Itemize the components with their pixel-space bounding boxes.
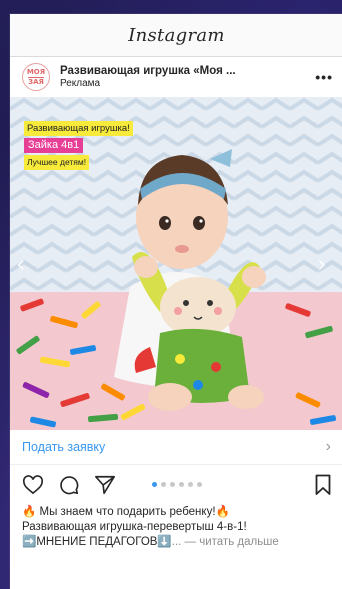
carousel-dot bbox=[178, 482, 184, 487]
top-bar: Instagram bbox=[10, 14, 342, 57]
caption-line: 🔥 Мы знаем что подарить ребенку!🔥 bbox=[22, 506, 230, 518]
carousel-dot bbox=[187, 482, 193, 487]
chevron-right-icon[interactable]: › bbox=[317, 252, 337, 276]
chevron-right-icon: › bbox=[325, 438, 331, 455]
post-actions bbox=[10, 465, 342, 505]
caption-line: ➡️МНЕНИЕ ПЕДАГОГОВ⬇️... — читать дальше bbox=[22, 535, 331, 550]
instagram-post-screen: Instagram МОЯ ЗАЯ Развивающая игрушка «М… bbox=[10, 14, 342, 589]
avatar[interactable]: МОЯ ЗАЯ bbox=[22, 63, 50, 91]
instagram-logo: Instagram bbox=[128, 24, 225, 46]
carousel-dot bbox=[196, 482, 202, 487]
sponsored-label: Реклама bbox=[60, 78, 101, 89]
avatar-text-top: МОЯ bbox=[26, 67, 46, 76]
image-label-product: Зайка 4в1 bbox=[24, 138, 84, 153]
read-more-link[interactable]: ... — читать дальше bbox=[172, 536, 279, 548]
more-options-button[interactable]: ••• bbox=[309, 69, 333, 85]
post-caption: 🔥 Мы знаем что подарить ребенку!🔥 Развив… bbox=[10, 505, 342, 550]
image-label-tagline: Лучшее детям! bbox=[24, 155, 90, 170]
heart-icon[interactable] bbox=[22, 474, 44, 496]
cta-bar[interactable]: Подать заявку › bbox=[10, 430, 342, 465]
caption-text: ➡️МНЕНИЕ ПЕДАГОГОВ⬇️ bbox=[22, 536, 172, 548]
cta-button[interactable]: Подать заявку bbox=[22, 440, 326, 454]
carousel-dot bbox=[160, 482, 166, 487]
comment-icon[interactable] bbox=[58, 474, 80, 496]
post-image[interactable]: Развивающая игрушка! Зайка 4в1 Лучшее де… bbox=[10, 97, 342, 430]
send-icon[interactable] bbox=[94, 474, 116, 496]
image-label-title: Развивающая игрушка! bbox=[24, 121, 133, 136]
account-info: Развивающая игрушка «Моя ... Реклама bbox=[60, 65, 309, 89]
avatar-text-bottom: ЗАЯ bbox=[28, 77, 44, 86]
account-name[interactable]: Развивающая игрушка «Моя ... bbox=[60, 65, 309, 77]
post-header: МОЯ ЗАЯ Развивающая игрушка «Моя ... Рек… bbox=[10, 57, 342, 97]
carousel-dot bbox=[151, 482, 157, 487]
carousel-dot bbox=[169, 482, 175, 487]
chevron-left-icon[interactable]: ‹ bbox=[16, 252, 36, 276]
bookmark-icon[interactable] bbox=[315, 474, 331, 501]
caption-line: Развивающая игрушка-перевертыш 4-в-1! bbox=[22, 521, 247, 533]
